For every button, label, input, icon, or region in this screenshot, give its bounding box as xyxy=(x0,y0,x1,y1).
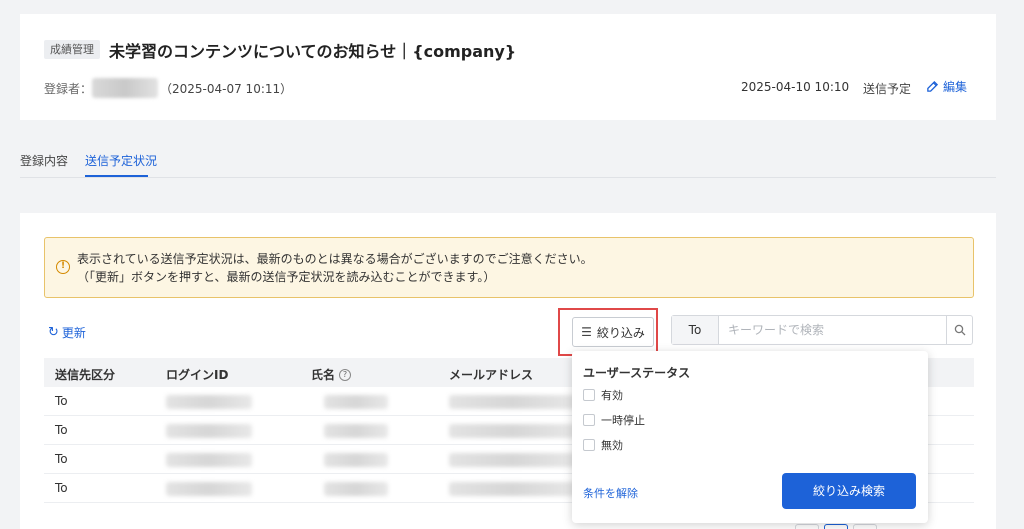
cell-login-id-redacted xyxy=(166,395,252,409)
cell-send-type: To xyxy=(55,481,68,495)
question-circle-icon[interactable]: ? xyxy=(339,368,352,381)
pagination-button-active[interactable] xyxy=(824,524,848,529)
status-option-label: 無効 xyxy=(601,439,623,452)
column-header-login-id: ログインID xyxy=(166,368,229,382)
header-card: 成績管理 未学習のコンテンツについてのお知らせ｜{company} 登録者： （… xyxy=(20,14,996,120)
search-input[interactable] xyxy=(728,316,942,344)
cell-name-redacted xyxy=(324,395,388,409)
filter-dropdown: ユーザーステータス 有効 一時停止 無効 条件を解除 絞り込み検索 xyxy=(572,351,928,523)
column-header-email: メールアドレス xyxy=(449,368,534,382)
cell-email-redacted xyxy=(449,424,577,438)
clear-conditions-link[interactable]: 条件を解除 xyxy=(583,485,638,501)
edit-button[interactable]: 編集 xyxy=(926,78,967,95)
refresh-icon: ↻ xyxy=(48,325,59,340)
cell-send-type: To xyxy=(55,452,68,466)
notice-banner: ! 表示されている送信予定状況は、最新のものとは異なる場合がございますのでご注意… xyxy=(44,237,974,298)
exclamation-circle-icon: ! xyxy=(56,260,70,274)
search-button[interactable] xyxy=(946,316,972,344)
tab-bar: 登録内容 送信予定状況 xyxy=(20,144,996,178)
tab-register-content[interactable]: 登録内容 xyxy=(20,152,68,169)
filter-label: 絞り込み xyxy=(596,325,645,340)
cell-login-id-redacted xyxy=(166,453,252,467)
registrant-label: 登録者： xyxy=(44,82,93,96)
registrant-name-redacted xyxy=(92,78,158,98)
search-icon xyxy=(954,324,965,336)
scheduled-status: 送信予定 xyxy=(863,82,912,96)
cell-name-redacted xyxy=(324,424,388,438)
page-title: 未学習のコンテンツについてのお知らせ｜{company} xyxy=(109,42,517,61)
column-header-type: 送信先区分 xyxy=(55,368,116,382)
cell-login-id-redacted xyxy=(166,424,252,438)
refresh-button[interactable]: ↻ 更新 xyxy=(48,324,86,341)
active-tab-indicator xyxy=(85,175,148,177)
status-option-active[interactable]: 有効 xyxy=(583,387,623,403)
status-checkbox-inactive[interactable] xyxy=(583,439,595,451)
user-status-title: ユーザーステータス xyxy=(583,366,691,380)
cell-email-redacted xyxy=(449,395,577,409)
scheduled-at: 2025-04-10 10:10 xyxy=(741,80,850,94)
cell-name-redacted xyxy=(324,453,388,467)
sliders-icon: ☰ xyxy=(581,325,592,339)
tab-send-status[interactable]: 送信予定状況 xyxy=(85,152,157,169)
status-checkbox-suspended[interactable] xyxy=(583,414,595,426)
cell-email-redacted xyxy=(449,453,577,467)
cell-name-redacted xyxy=(324,482,388,496)
cell-email-redacted xyxy=(449,482,577,496)
column-header-name-label: 氏名 xyxy=(311,368,336,382)
column-header-name: 氏名 ? xyxy=(311,366,352,383)
status-option-suspended[interactable]: 一時停止 xyxy=(583,412,645,428)
search-group: To xyxy=(671,315,973,345)
status-option-inactive[interactable]: 無効 xyxy=(583,437,623,453)
status-checkbox-active[interactable] xyxy=(583,389,595,401)
refresh-label: 更新 xyxy=(61,326,86,340)
edit-label: 編集 xyxy=(943,80,968,94)
pagination-button[interactable] xyxy=(795,524,819,529)
notice-line-2: （「更新」ボタンを押すと、最新の送信予定状況を読み込むことができます。） xyxy=(77,270,496,284)
category-badge: 成績管理 xyxy=(44,40,100,59)
registered-at: （2025-04-07 10:11） xyxy=(160,82,293,96)
search-scope-select[interactable]: To xyxy=(672,316,719,344)
pagination-button[interactable] xyxy=(853,524,877,529)
status-option-label: 一時停止 xyxy=(601,414,645,427)
cell-send-type: To xyxy=(55,394,68,408)
cell-send-type: To xyxy=(55,423,68,437)
filter-button[interactable]: ☰ 絞り込み xyxy=(572,317,654,347)
filter-search-button[interactable]: 絞り込み検索 xyxy=(782,473,916,509)
cell-login-id-redacted xyxy=(166,482,252,496)
status-option-label: 有効 xyxy=(601,389,623,402)
edit-icon xyxy=(927,80,939,92)
notice-line-1: 表示されている送信予定状況は、最新のものとは異なる場合がございますのでご注意くだ… xyxy=(77,252,593,266)
